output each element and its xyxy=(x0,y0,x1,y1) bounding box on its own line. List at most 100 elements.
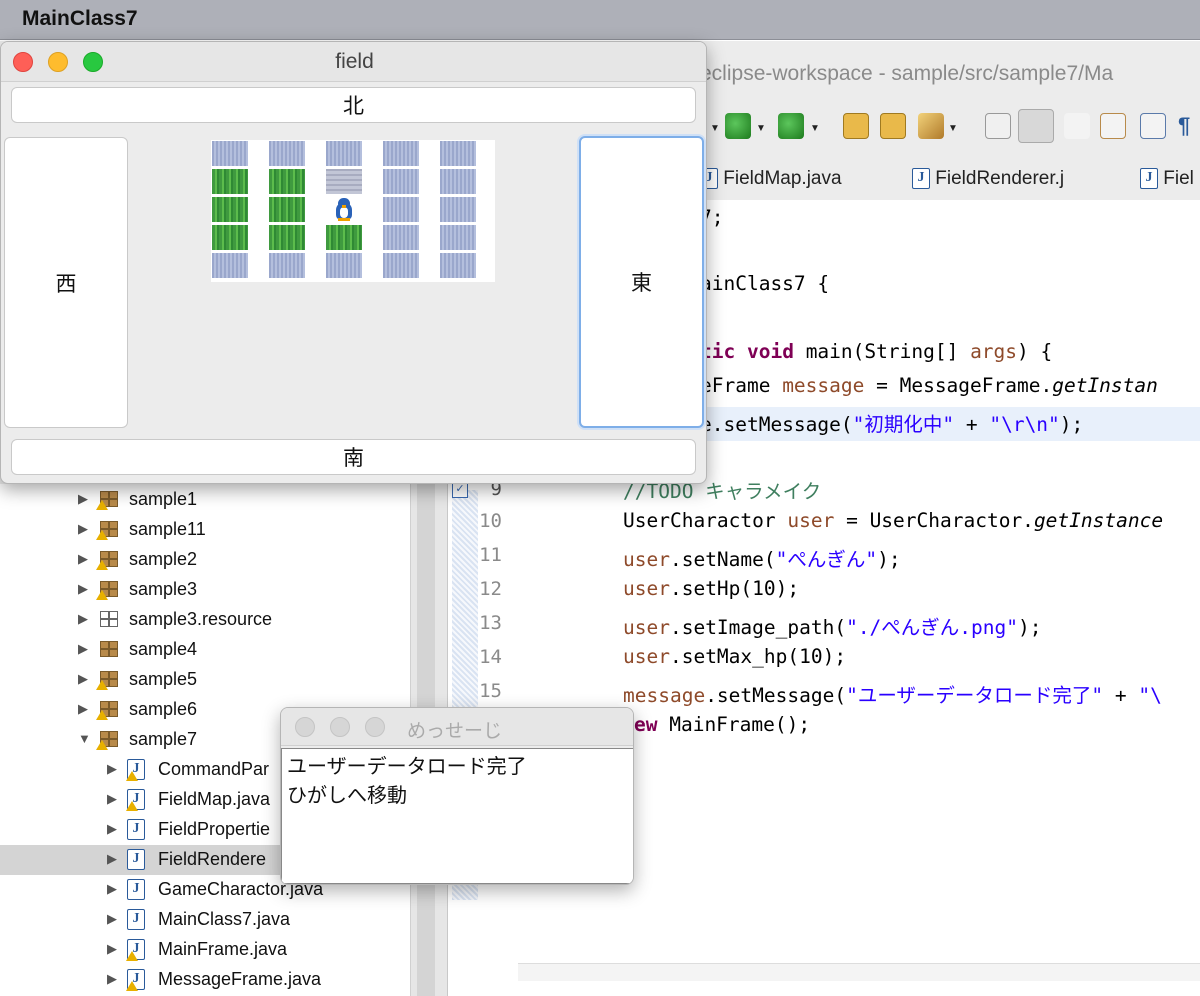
code-line[interactable]: UserCharactor user = UserCharactor.getIn… xyxy=(623,509,1163,532)
next-annotation-icon[interactable] xyxy=(1100,113,1126,139)
map-tile-water xyxy=(440,253,476,278)
south-button[interactable]: 南 xyxy=(11,439,696,475)
line-number: 13 xyxy=(479,612,502,634)
map-tile-water xyxy=(269,141,305,166)
highlight-toggle-icon[interactable] xyxy=(1018,109,1054,143)
expand-triangle-icon[interactable]: ▶ xyxy=(107,911,117,927)
message-line: ひがしへ移動 xyxy=(287,783,407,807)
warning-icon xyxy=(96,530,108,540)
expand-triangle-icon[interactable]: ▶ xyxy=(78,671,88,687)
code-line[interactable]: ew MainFrame(); xyxy=(634,713,810,736)
expand-triangle-icon[interactable]: ▶ xyxy=(78,521,88,537)
empty-package-icon xyxy=(98,609,120,629)
code-line[interactable]: user.setImage_path("./ぺんぎん.png"); xyxy=(623,611,1041,640)
expand-triangle-icon[interactable]: ▶ xyxy=(107,821,117,837)
code-line[interactable]: ainClass7 { xyxy=(700,272,829,295)
message-window: めっせーじ ユーザーデータロード完了 ひがしへ移動 xyxy=(280,707,634,885)
code-line[interactable]: user.setMax_hp(10); xyxy=(623,645,846,668)
app-name[interactable]: MainClass7 xyxy=(22,7,138,31)
tree-item[interactable]: ▶ sample3.resource xyxy=(0,605,410,635)
java-file-icon: J xyxy=(127,819,145,840)
expand-triangle-icon[interactable]: ▶ xyxy=(78,611,88,627)
map-tile-grass xyxy=(212,197,248,222)
message-window-title: めっせーじ xyxy=(407,721,503,742)
line-number: 11 xyxy=(479,544,502,566)
java-file-icon: J xyxy=(1140,168,1158,190)
tree-item[interactable]: ▶ sample11 xyxy=(0,515,410,545)
open-type-icon[interactable] xyxy=(880,113,906,139)
toggle-breakpoint-icon[interactable] xyxy=(985,113,1011,139)
run-dropdown-icon[interactable]: ▼ xyxy=(756,123,766,134)
java-file-icon: J xyxy=(912,168,930,190)
message-line: ユーザーデータロード完了 xyxy=(287,754,527,778)
tree-item[interactable]: ▶ sample1 xyxy=(0,485,410,515)
task-marker-icon[interactable]: ✓ xyxy=(452,482,468,498)
message-titlebar[interactable]: めっせーじ xyxy=(281,708,633,746)
east-button[interactable]: 東 xyxy=(579,136,704,428)
search-tool-icon[interactable] xyxy=(918,113,944,139)
java-file-icon: J xyxy=(127,879,145,900)
west-button[interactable]: 西 xyxy=(4,137,128,428)
java-file-icon: J xyxy=(127,909,145,930)
tree-item[interactable]: ▶ J MainFrame.java xyxy=(0,935,410,965)
tree-item[interactable]: ▶ sample3 xyxy=(0,575,410,605)
code-line[interactable]: user.setName("ぺんぎん"); xyxy=(623,543,901,572)
expand-triangle-icon[interactable]: ▶ xyxy=(78,581,88,597)
field-titlebar[interactable]: field xyxy=(1,42,706,82)
expand-triangle-icon[interactable]: ▶ xyxy=(107,971,117,987)
external-tools-icon[interactable] xyxy=(778,113,804,139)
run-icon[interactable] xyxy=(725,113,751,139)
warning-icon xyxy=(126,981,138,991)
tree-item-label: sample2 xyxy=(129,549,198,569)
minimize-icon[interactable] xyxy=(330,717,350,737)
tree-item[interactable]: ▶ J MessageFrame.java xyxy=(0,965,410,995)
line-number: 14 xyxy=(479,646,502,668)
block-selection-icon[interactable] xyxy=(1140,113,1166,139)
expand-triangle-icon[interactable]: ▶ xyxy=(78,551,88,567)
tree-item[interactable]: ▶ sample5 xyxy=(0,665,410,695)
expand-triangle-icon[interactable]: ▶ xyxy=(78,491,88,507)
package-icon xyxy=(96,729,120,750)
code-line[interactable]: tic void main(String[] args) { xyxy=(700,340,1052,363)
java-file-icon: J xyxy=(127,849,145,870)
code-line[interactable]: e.setMessage("初期化中" + "\r\n"); xyxy=(700,408,1083,437)
tab-fieldmap[interactable]: J FieldMap.java xyxy=(700,168,842,190)
collapse-triangle-icon[interactable]: ▼ xyxy=(78,731,91,746)
expand-triangle-icon[interactable]: ▶ xyxy=(107,881,117,897)
code-line[interactable]: message.setMessage("ユーザーデータロード完了" + "\ xyxy=(623,679,1162,708)
warning-icon xyxy=(96,740,108,750)
package-icon xyxy=(96,669,120,690)
paragraph-icon[interactable]: ¶ xyxy=(1178,113,1198,139)
expand-triangle-icon[interactable]: ▶ xyxy=(107,791,117,807)
north-button[interactable]: 北 xyxy=(11,87,696,123)
map-tile-grass xyxy=(269,197,305,222)
zoom-icon[interactable] xyxy=(365,717,385,737)
map-tile-water xyxy=(212,141,248,166)
map-tile-grass xyxy=(212,225,248,250)
search-dropdown-icon[interactable]: ▼ xyxy=(948,123,958,134)
show-whitespace-icon[interactable] xyxy=(1064,113,1090,139)
external-tools-dropdown-icon[interactable]: ▼ xyxy=(810,123,820,134)
close-icon[interactable] xyxy=(295,717,315,737)
expand-triangle-icon[interactable]: ▶ xyxy=(107,761,117,777)
eclipse-window-title: eclipse-workspace - sample/src/sample7/M… xyxy=(700,62,1114,85)
map-tile-water xyxy=(383,253,419,278)
field-window-title: field xyxy=(335,50,374,73)
message-textarea[interactable]: ユーザーデータロード完了 ひがしへ移動 xyxy=(281,748,633,884)
tree-item[interactable]: ▶ J MainClass7.java xyxy=(0,905,410,935)
tab-fieldrenderer[interactable]: J FieldRenderer.j xyxy=(912,168,1064,190)
package-icon xyxy=(96,519,120,540)
expand-triangle-icon[interactable]: ▶ xyxy=(78,701,88,717)
editor-horizontal-scrollbar[interactable] xyxy=(518,963,1200,981)
tab-fieldproperties[interactable]: J Fiel xyxy=(1140,168,1194,190)
new-package-icon[interactable] xyxy=(843,113,869,139)
map-tile-grass xyxy=(212,169,248,194)
expand-triangle-icon[interactable]: ▶ xyxy=(78,641,88,657)
tree-item[interactable]: ▶ sample4 xyxy=(0,635,410,665)
code-line[interactable]: user.setHp(10); xyxy=(623,577,799,600)
dropdown-arrow-icon[interactable]: ▼ xyxy=(710,123,720,134)
code-line[interactable]: eFrame message = MessageFrame.getInstan xyxy=(700,374,1158,397)
expand-triangle-icon[interactable]: ▶ xyxy=(107,851,117,867)
tree-item[interactable]: ▶ sample2 xyxy=(0,545,410,575)
expand-triangle-icon[interactable]: ▶ xyxy=(107,941,117,957)
